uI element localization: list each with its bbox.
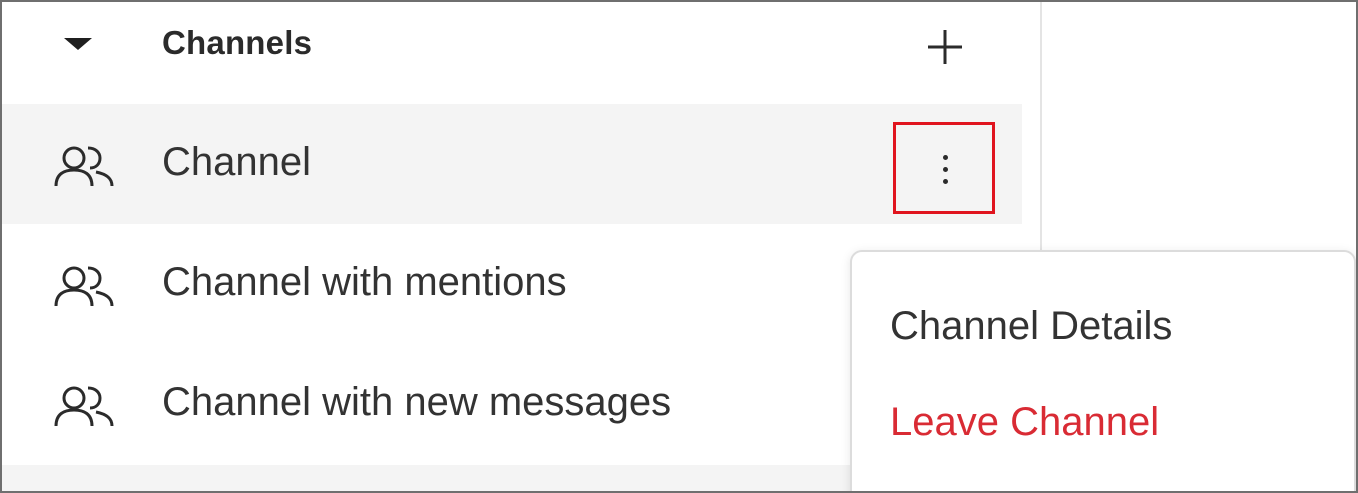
channel-context-menu: Channel Details Leave Channel: [850, 250, 1356, 491]
channel-label: Channel with new messages: [162, 380, 672, 424]
channel-label: Channel: [162, 140, 312, 184]
app-frame: Channels Channel Channel with mentions C…: [0, 0, 1358, 493]
channel-row-channel[interactable]: Channel: [2, 104, 1022, 224]
menu-item-label: Channel Details: [890, 304, 1173, 348]
channels-section-header: Channels: [2, 2, 1022, 86]
people-icon: [54, 266, 114, 307]
menu-item-channel-details[interactable]: Channel Details: [852, 280, 1354, 370]
people-icon: [54, 386, 114, 427]
kebab-dot: [943, 167, 948, 172]
section-title: Channels: [162, 24, 313, 61]
kebab-dot: [943, 179, 948, 184]
menu-item-leave-channel[interactable]: Leave Channel: [852, 376, 1354, 466]
kebab-dot: [943, 155, 948, 160]
channel-options-button[interactable]: [893, 122, 995, 214]
people-icon: [54, 146, 114, 187]
add-channel-button[interactable]: [920, 22, 970, 72]
plus-icon: [928, 30, 962, 64]
channel-label: Channel with mentions: [162, 260, 567, 304]
menu-item-label: Leave Channel: [890, 400, 1160, 444]
caret-down-icon[interactable]: [64, 38, 92, 50]
